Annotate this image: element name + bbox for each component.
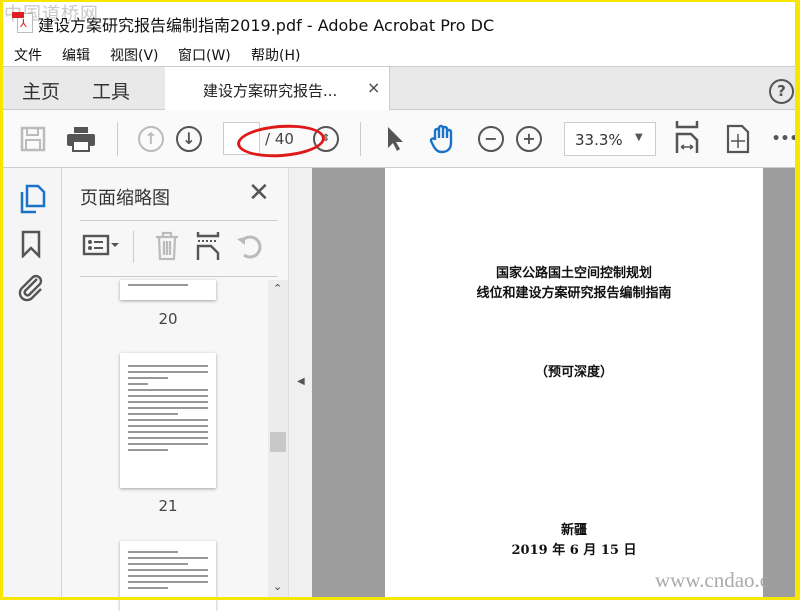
tab-document-label: 建设方案研究报告... [203, 82, 338, 100]
divider [80, 276, 278, 277]
thumbnail-page-20[interactable] [120, 280, 216, 300]
menu-view[interactable]: 视图(V) [110, 45, 159, 65]
pdf-page: 国家公路国土空间控制规划 线位和建设方案研究报告编制指南 （预可深度） 新疆 2… [385, 168, 763, 600]
divider [117, 122, 118, 156]
scrollbar-thumb[interactable] [270, 432, 286, 452]
menu-window[interactable]: 窗口(W) [178, 45, 231, 65]
bookmark-icon[interactable] [21, 230, 41, 262]
doc-subtitle: （预可深度） [534, 365, 613, 380]
divider [80, 220, 278, 221]
zoom-out-icon[interactable]: − [476, 124, 506, 154]
next-page-icon[interactable]: ↓ [174, 124, 204, 154]
menu-help[interactable]: 帮助(H) [251, 45, 300, 65]
doc-date: 2019 年 6 月 15 日 [511, 543, 637, 558]
menu-edit[interactable]: 编辑 [62, 45, 90, 65]
more-tools-icon[interactable]: ••• [770, 124, 800, 154]
divider [133, 231, 134, 263]
thumbnail-label: 21 [158, 497, 178, 515]
previous-page-icon[interactable]: ↑ [136, 124, 166, 154]
doc-title-line2: 线位和建设方案研究报告编制指南 [476, 286, 672, 301]
page-thumbnails-panel: 页面缩略图 ✕ 20 21 22 ⌃ ⌄ [62, 168, 288, 611]
scroll-down-icon[interactable]: ⌄ [273, 580, 282, 593]
pdf-app-icon [12, 12, 33, 33]
collapse-arrow-icon: ◀ [297, 376, 305, 387]
zoom-level-value: 33.3% [575, 131, 623, 149]
tab-tools[interactable]: 工具 [92, 77, 130, 104]
close-tab-icon[interactable]: × [367, 78, 380, 97]
attachment-icon[interactable] [17, 273, 45, 307]
page-thumbnails-icon[interactable] [18, 184, 46, 218]
full-screen-icon[interactable] [723, 124, 753, 154]
thumbnail-scrollbar[interactable]: ⌃ ⌄ [268, 280, 288, 600]
delete-page-icon[interactable] [154, 231, 180, 265]
close-panel-icon[interactable]: ✕ [248, 178, 270, 208]
thumbnail-label: 20 [158, 310, 178, 328]
select-cursor-icon[interactable] [380, 124, 410, 154]
window-title: 建设方案研究报告编制指南2019.pdf - Adobe Acrobat Pro… [38, 16, 495, 35]
document-view[interactable]: 国家公路国土空间控制规划 线位和建设方案研究报告编制指南 （预可深度） 新疆 2… [312, 168, 795, 600]
scroll-up-icon[interactable]: ⌃ [273, 282, 282, 295]
save-icon[interactable] [18, 124, 48, 154]
collapse-panel-handle[interactable]: ◀ [288, 168, 312, 600]
thumbnail-options-icon[interactable] [82, 232, 122, 264]
hand-tool-icon[interactable] [428, 124, 458, 154]
insert-page-icon[interactable] [195, 231, 221, 265]
doc-title-line1: 国家公路国土空间控制规划 [495, 266, 652, 281]
tab-document[interactable]: 建设方案研究报告... × [165, 67, 390, 110]
tab-bar: 主页 工具 建设方案研究报告... × ? [0, 66, 800, 110]
watermark-url: www.cndao.c [655, 568, 770, 592]
zoom-in-icon[interactable]: + [514, 124, 544, 154]
thumbnail-page-22[interactable] [120, 541, 216, 611]
tab-home[interactable]: 主页 [22, 77, 60, 104]
menu-bar: 文件 编辑 视图(V) 窗口(W) 帮助(H) [0, 44, 800, 66]
print-icon[interactable] [66, 124, 96, 154]
left-nav-rail [0, 168, 62, 600]
divider [360, 122, 361, 156]
toolbar: ↑ ↓ ⇕ − + ••• [0, 110, 800, 168]
menu-file[interactable]: 文件 [14, 45, 42, 65]
thumbnail-page-21[interactable] [120, 353, 216, 488]
doc-place: 新疆 [560, 523, 587, 538]
panel-title: 页面缩略图 [80, 188, 170, 209]
help-icon[interactable]: ? [769, 79, 794, 104]
title-bar: 中国道桥网 建设方案研究报告编制指南2019.pdf - Adobe Acrob… [0, 0, 800, 44]
dropdown-arrow-icon: ▼ [635, 132, 643, 143]
rotate-page-icon[interactable] [235, 231, 265, 265]
zoom-level-select[interactable]: 33.3% ▼ [564, 122, 656, 156]
fit-width-icon[interactable] [672, 121, 702, 153]
